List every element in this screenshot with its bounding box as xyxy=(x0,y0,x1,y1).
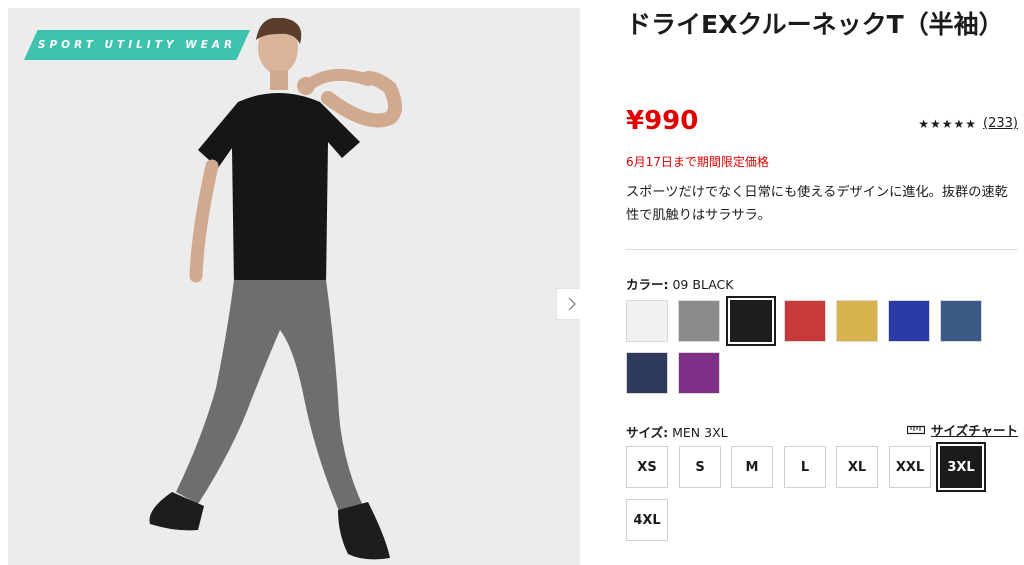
size-selected-value: MEN 3XL xyxy=(672,425,728,440)
model-photo xyxy=(149,18,402,560)
color-swatch-red[interactable] xyxy=(784,300,826,342)
size-option-xs[interactable]: XS xyxy=(626,446,668,488)
chevron-right-icon xyxy=(568,297,576,311)
color-label: カラー: 09 BLACK xyxy=(626,274,733,293)
size-chart-label: サイズチャート xyxy=(930,423,1018,438)
ruler-icon xyxy=(906,425,925,434)
color-swatch-steel-blue[interactable] xyxy=(940,300,982,342)
product-rating[interactable]: ★★★★★ (233) xyxy=(918,116,1018,131)
color-swatch-blue[interactable] xyxy=(888,300,930,342)
color-swatch-navy[interactable] xyxy=(626,352,668,394)
product-price: ¥990 xyxy=(626,106,699,136)
size-label-key: サイズ: xyxy=(626,425,669,440)
size-option-xl[interactable]: XL xyxy=(836,446,878,488)
color-selected-value: 09 BLACK xyxy=(672,277,734,292)
color-swatch-white[interactable] xyxy=(626,300,668,342)
promo-text: 6月17日まで期間限定価格 xyxy=(626,155,769,169)
product-image: SPORT UTILITY WEAR xyxy=(8,8,580,565)
color-swatch-yellow[interactable] xyxy=(836,300,878,342)
review-count-link[interactable]: (233) xyxy=(983,116,1018,131)
size-chart-link[interactable]: サイズチャート xyxy=(906,420,1018,439)
size-option-3xl[interactable]: 3XL xyxy=(936,442,986,492)
size-option-s[interactable]: S xyxy=(679,446,721,488)
next-image-button[interactable] xyxy=(556,288,580,320)
color-swatch-gray[interactable] xyxy=(678,300,720,342)
color-label-key: カラー: xyxy=(626,277,669,292)
size-option-l[interactable]: L xyxy=(784,446,826,488)
size-label: サイズ: MEN 3XL xyxy=(626,422,728,441)
size-option-4xl[interactable]: 4XL xyxy=(626,499,668,541)
color-swatch-purple[interactable] xyxy=(678,352,720,394)
divider xyxy=(626,249,1018,250)
size-option-m[interactable]: M xyxy=(731,446,773,488)
size-option-xxl[interactable]: XXL xyxy=(889,446,931,488)
product-title: ドライEXクルーネックT（半袖） xyxy=(626,10,1004,39)
color-swatch-black[interactable] xyxy=(726,296,776,346)
product-description: スポーツだけでなく日常にも使えるデザインに進化。抜群の速乾性で肌触りはサラサラ。 xyxy=(626,185,1008,223)
rating-stars-icon: ★★★★★ xyxy=(918,116,978,131)
